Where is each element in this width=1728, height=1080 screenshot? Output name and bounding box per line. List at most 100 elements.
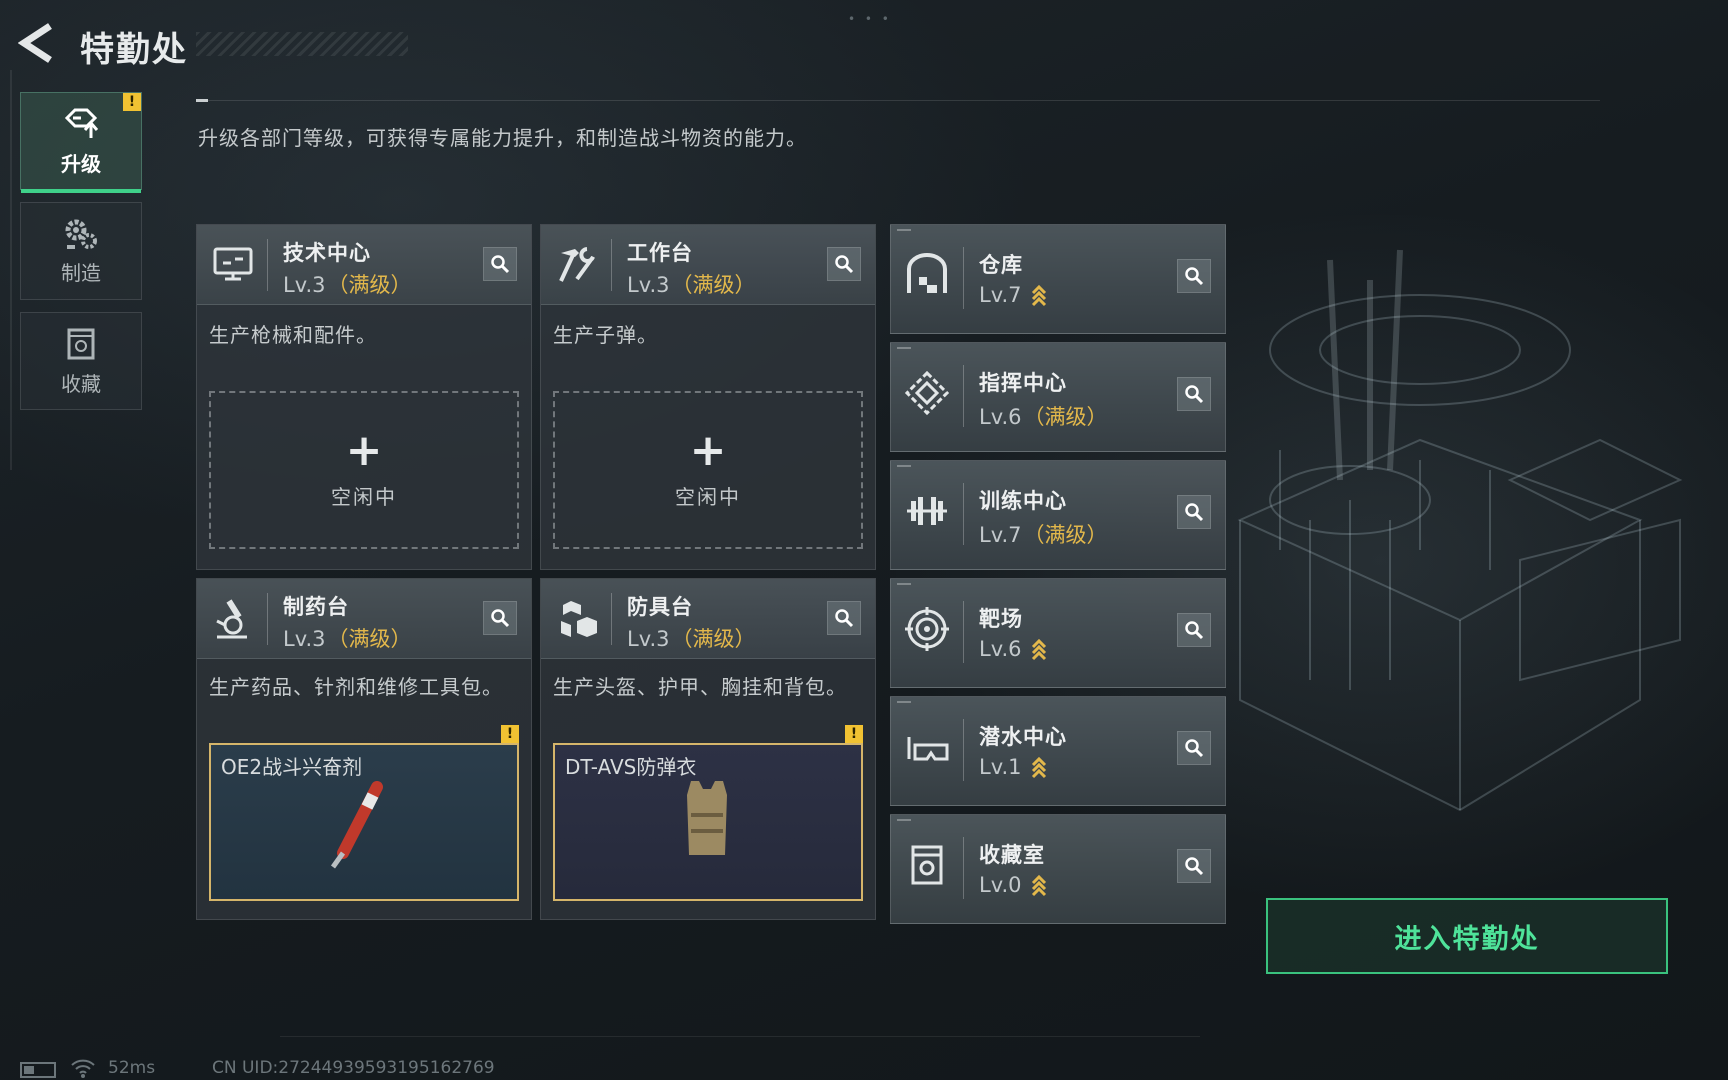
production-slot-ready[interactable]: DT-AVS防弹衣 ! [553,725,863,901]
facility-name: 训练中心 [979,489,1067,513]
facility-card-warehouse[interactable]: 仓库 Lv.7 [890,224,1226,334]
facility-card-collection-room[interactable]: 收藏室 Lv.0 [890,814,1226,924]
upgrade-icon [64,108,99,138]
inspect-button[interactable] [1177,495,1211,529]
header-separator [611,593,612,645]
workshop-name: 制药台 [283,595,349,619]
inspect-button[interactable] [827,247,861,281]
workshop-card-pharmacy[interactable]: 制药台 Lv.3（满级） 生产药品、针剂和维修工具包。 OE2战斗兴奋剂 ! [196,578,532,920]
facility-level: Lv.0 [979,873,1048,897]
production-slot-empty[interactable]: + 空闲中 [209,391,519,549]
workshop-name: 防具台 [627,595,693,619]
facility-level: Lv.6 [979,637,1048,661]
card-header: 工作台 Lv.3（满级） [541,225,875,305]
search-icon [1185,621,1204,640]
collection-icon [911,845,943,885]
cubes-icon [561,601,597,637]
facility-card-shooting-range[interactable]: 靶场 Lv.6 [890,578,1226,688]
inspect-button[interactable] [1177,849,1211,883]
header-separator [267,239,268,291]
upgrade-available-icon [1031,285,1046,307]
corner-mark [897,819,911,821]
facility-name: 潜水中心 [979,725,1067,749]
search-icon [835,609,854,628]
workshop-card-armor[interactable]: 防具台 Lv.3（满级） 生产头盔、护甲、胸挂和背包。 DT-AVS防弹衣 ! [540,578,876,920]
facility-level: Lv.7（满级） [979,523,1108,547]
upgrade-available-icon [1031,639,1046,661]
inspect-button[interactable] [1177,377,1211,411]
header-separator [963,837,964,899]
upgrade-alert-badge: ! [123,93,141,111]
tab-collection[interactable]: 收藏 [20,312,142,410]
title-stripes-decoration [196,32,408,56]
inspect-button[interactable] [483,601,517,635]
search-icon [1185,857,1204,876]
workshop-name: 工作台 [627,241,693,265]
crafted-item-name: OE2战斗兴奋剂 [221,755,363,779]
command-diamond-icon [904,370,950,416]
slot-status: 空闲中 [331,484,397,509]
dumbbell-icon [907,497,947,525]
workshop-name: 技术中心 [283,241,371,265]
page-title: 特勤处 [80,30,188,70]
inspect-button[interactable] [1177,731,1211,765]
header-separator [963,247,964,309]
workshop-description: 生产药品、针剂和维修工具包。 [209,675,503,699]
inspect-button[interactable] [1177,613,1211,647]
header-separator [267,593,268,645]
upgrade-available-icon [1031,757,1046,779]
description-divider-mark [196,99,208,102]
search-icon [835,255,854,274]
max-level-tag: （满级） [671,273,756,297]
ping-indicator: 52ms [108,1058,156,1078]
collection-icon [67,328,95,359]
search-icon [491,255,510,274]
max-level-tag: （满级） [327,273,412,297]
search-icon [1185,739,1204,758]
corner-mark [897,465,911,467]
workshop-description: 生产枪械和配件。 [209,323,377,347]
headquarters-schematic-art [1237,249,1683,812]
production-slot-empty[interactable]: + 空闲中 [553,391,863,549]
production-slot-ready[interactable]: OE2战斗兴奋剂 ! [209,725,519,901]
inspect-button[interactable] [1177,259,1211,293]
search-icon [491,609,510,628]
header-separator [963,483,964,545]
header-separator [963,365,964,427]
search-icon [1185,267,1204,286]
upgrade-available-icon [1031,875,1046,897]
enter-hq-button[interactable]: 进入特勤处 [1266,898,1668,974]
corner-mark [897,583,911,585]
facility-card-diving-center[interactable]: 潜水中心 Lv.1 [890,696,1226,806]
section-description: 升级各部门等级，可获得专属能力提升，和制造战斗物资的能力。 [198,126,807,150]
workshop-card-tech-center[interactable]: 技术中心 Lv.3（满级） 生产枪械和配件。 + 空闲中 [196,224,532,570]
inspect-button[interactable] [827,601,861,635]
ready-alert-badge: ! [845,725,863,743]
facility-name: 收藏室 [979,843,1045,867]
facility-card-training-center[interactable]: 训练中心 Lv.7（满级） [890,460,1226,570]
workshop-level: Lv.3（满级） [283,273,412,297]
user-uid: CN UID:2724493959319516276​9 [212,1058,495,1078]
microscope-icon [216,599,247,639]
battery-icon [20,1062,56,1078]
facility-level: Lv.6（满级） [979,405,1108,429]
slot-status: 空闲中 [675,484,741,509]
diving-mask-icon [907,737,949,761]
body-armor-icon [687,781,727,855]
drag-handle: • • • [848,12,892,26]
max-level-tag: （满级） [1023,523,1108,547]
facility-level: Lv.1 [979,755,1048,779]
search-icon [1185,385,1204,404]
back-arrow-icon [17,23,52,63]
tab-craft[interactable]: 制造 [20,202,142,300]
add-icon: + [345,424,383,476]
header-separator [963,719,964,781]
workshop-card-workbench[interactable]: 工作台 Lv.3（满级） 生产子弹。 + 空闲中 [540,224,876,570]
warehouse-icon [907,253,947,293]
tab-upgrade[interactable]: 升级 ! [20,92,142,193]
facility-card-command-center[interactable]: 指挥中心 Lv.6（满级） [890,342,1226,452]
back-button[interactable] [17,22,58,64]
monitor-icon [213,247,253,281]
search-icon [1185,503,1204,522]
inspect-button[interactable] [483,247,517,281]
